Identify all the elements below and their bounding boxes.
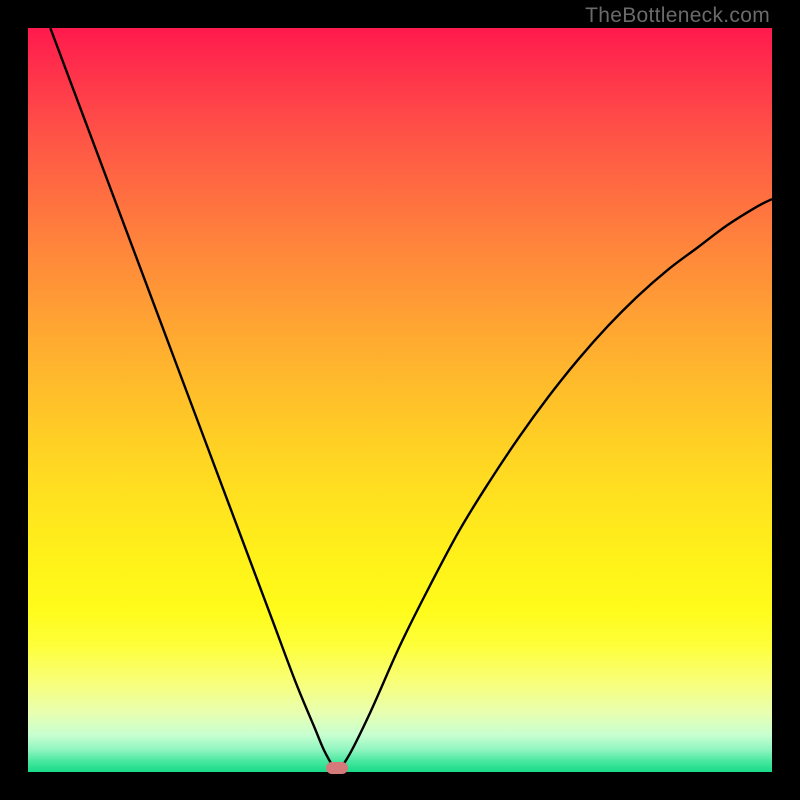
watermark-text: TheBottleneck.com (585, 4, 770, 28)
chart-frame: TheBottleneck.com (0, 0, 800, 800)
bottleneck-curve-svg (28, 28, 772, 772)
optimal-point-marker (326, 762, 348, 774)
bottleneck-curve (50, 28, 772, 768)
